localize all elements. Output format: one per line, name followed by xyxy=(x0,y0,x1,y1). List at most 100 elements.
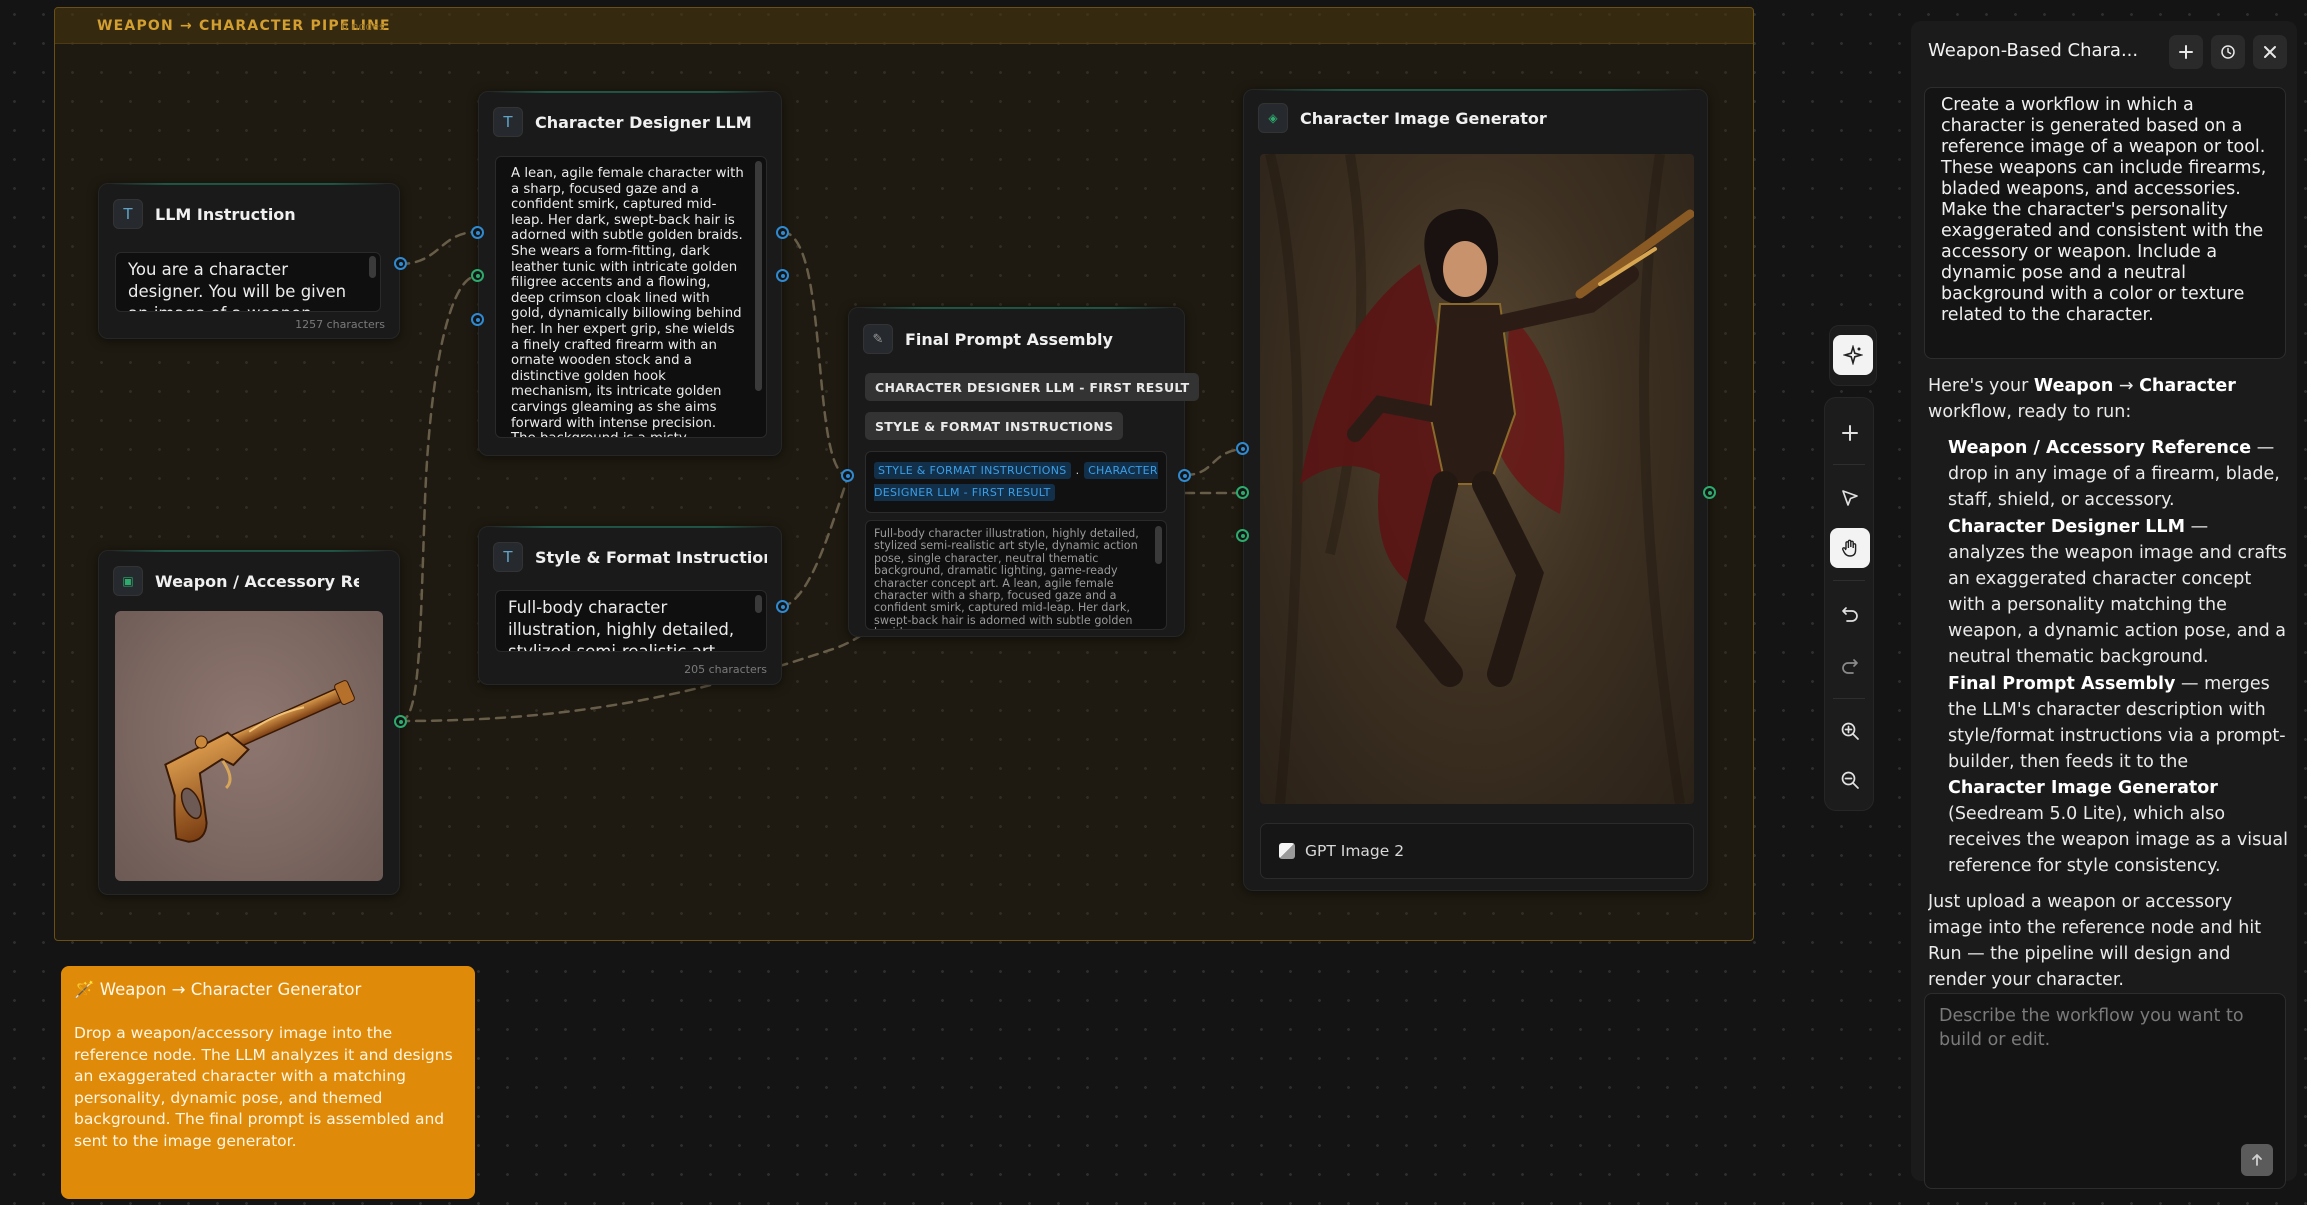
generated-character-image xyxy=(1260,154,1694,804)
node-title: LLM Instruction xyxy=(155,204,296,224)
item-title: Character Image Generator xyxy=(1948,778,2218,798)
sticky-body: Drop a weapon/accessory image into the r… xyxy=(74,1024,453,1150)
scrollbar[interactable] xyxy=(755,595,762,613)
pistol-illustration xyxy=(164,680,355,843)
close-icon xyxy=(2264,46,2276,58)
add-node-button[interactable] xyxy=(1830,413,1870,453)
hand-icon xyxy=(1842,539,1857,557)
plus-icon xyxy=(1842,425,1858,441)
node-top-line xyxy=(1256,89,1695,91)
sparkle-tool[interactable] xyxy=(1833,335,1873,375)
group-header[interactable]: WEAPON → CHARACTER PIPELINE 6 nodes xyxy=(55,8,1753,44)
port-weapon-out[interactable] xyxy=(394,715,407,728)
sticky-title: 🪄 Weapon → Character Generator xyxy=(74,980,362,999)
node-final-prompt-assembly[interactable]: ✎ Final Prompt Assembly CHARACTER DESIGN… xyxy=(848,307,1200,637)
text-node-icon: T xyxy=(113,199,143,229)
designer-output-field[interactable]: A lean, agile female character with a sh… xyxy=(495,156,767,438)
instruction-text-field[interactable]: You are a character designer. You will b… xyxy=(115,252,381,312)
reply-intro-bold: Character xyxy=(2139,376,2236,396)
style-text-field[interactable]: Full-body character illustration, highly… xyxy=(495,590,767,652)
node-character-designer-llm[interactable]: T Character Designer LLM A lean, agile f… xyxy=(478,91,782,456)
port-designer-in-extra[interactable] xyxy=(471,313,484,326)
port-designer-in-instruction[interactable] xyxy=(471,226,484,239)
port-generator-in-image[interactable] xyxy=(1236,486,1249,499)
port-designer-out-2[interactable] xyxy=(776,269,789,282)
reply-intro-arrow: → xyxy=(2113,376,2140,396)
close-panel-button[interactable] xyxy=(2253,35,2287,69)
node-title: Character Designer LLM xyxy=(535,112,752,132)
character-illustration xyxy=(1265,154,1694,804)
token-style[interactable]: STYLE & FORMAT INSTRUCTIONS xyxy=(874,462,1071,479)
node-header[interactable]: T Style & Format Instructions xyxy=(493,541,767,573)
instruction-text: You are a character designer. You will b… xyxy=(128,260,347,311)
port-designer-in-image[interactable] xyxy=(471,269,484,282)
node-title: Final Prompt Assembly xyxy=(905,329,1113,349)
node-header[interactable]: ◈ Character Image Generator xyxy=(1258,102,1693,134)
port-instruction-out[interactable] xyxy=(394,257,407,270)
node-llm-instruction[interactable]: T LLM Instruction You are a character de… xyxy=(98,183,400,339)
scrollbar[interactable] xyxy=(755,161,762,391)
workflow-assistant-panel: Weapon-Based Chara... Create a workflow … xyxy=(1911,21,2297,1189)
reply-outro: Just upload a weapon or accessory image … xyxy=(1928,892,2262,990)
user-message-text: Create a workflow in which a character i… xyxy=(1941,95,2267,325)
text-node-icon: T xyxy=(493,107,523,137)
item-title: Weapon / Accessory Reference xyxy=(1948,438,2252,458)
undo-button[interactable] xyxy=(1830,594,1870,634)
clock-icon xyxy=(2221,45,2235,59)
sparkle-icon xyxy=(1843,345,1863,365)
node-header[interactable]: T Character Designer LLM xyxy=(493,106,767,138)
prompt-template-field[interactable]: STYLE & FORMAT INSTRUCTIONS. CHARACTER DE… xyxy=(865,451,1167,513)
assembled-prompt-text: Full-body character illustration, highly… xyxy=(874,527,1139,629)
select-tool-button[interactable] xyxy=(1830,478,1870,518)
port-generator-in-prompt[interactable] xyxy=(1236,442,1249,455)
node-top-line xyxy=(111,550,387,552)
port-style-out[interactable] xyxy=(776,600,789,613)
port-prompt-out[interactable] xyxy=(1178,469,1191,482)
pointer-icon xyxy=(1842,490,1858,506)
toolbar-divider xyxy=(1833,580,1865,581)
scrollbar[interactable] xyxy=(369,256,376,278)
model-selector[interactable]: GPT Image 2 xyxy=(1260,823,1694,879)
ai-assistant-button[interactable] xyxy=(1829,325,1877,386)
reply-intro: Here's your Weapon → Character workflow,… xyxy=(1928,373,2290,425)
node-top-line xyxy=(491,91,769,93)
plus-icon xyxy=(2179,45,2193,59)
node-top-line xyxy=(111,183,387,185)
pan-tool-button[interactable] xyxy=(1830,528,1870,568)
scrollbar[interactable] xyxy=(1155,526,1162,564)
input-chip-designer[interactable]: CHARACTER DESIGNER LLM - FIRST RESULT xyxy=(865,373,1200,401)
redo-button[interactable] xyxy=(1830,646,1870,686)
node-header[interactable]: ▣ Weapon / Accessory Reference xyxy=(113,565,359,597)
assistant-message: Here's your Weapon → Character workflow,… xyxy=(1928,373,2290,998)
port-generator-out[interactable] xyxy=(1703,486,1716,499)
node-title: Style & Format Instructions xyxy=(535,547,767,567)
node-header[interactable]: ✎ Final Prompt Assembly xyxy=(863,323,1170,355)
input-chip-style[interactable]: STYLE & FORMAT INSTRUCTIONS xyxy=(865,412,1124,440)
item-text: — analyzes the weapon image and crafts a… xyxy=(1948,517,2287,667)
zoom-in-button[interactable] xyxy=(1830,711,1870,751)
send-button[interactable] xyxy=(2241,1144,2273,1176)
new-chat-button[interactable] xyxy=(2169,35,2203,69)
node-style-format[interactable]: T Style & Format Instructions Full-body … xyxy=(478,526,782,685)
sticky-note[interactable]: 🪄 Weapon → Character Generator Drop a we… xyxy=(61,966,475,1199)
reply-intro-text: workflow, ready to run: xyxy=(1928,402,2132,422)
node-weapon-reference[interactable]: ▣ Weapon / Accessory Reference xyxy=(98,550,400,895)
node-top-line xyxy=(491,526,769,528)
history-button[interactable] xyxy=(2211,35,2245,69)
image-icon: ▣ xyxy=(113,566,143,596)
text-node-icon: T xyxy=(493,542,523,572)
zoom-out-button[interactable] xyxy=(1830,760,1870,800)
reply-intro-text: Here's your xyxy=(1928,376,2034,396)
port-generator-in-extra[interactable] xyxy=(1236,529,1249,542)
node-header[interactable]: T LLM Instruction xyxy=(113,198,385,230)
item-title: Character Designer LLM xyxy=(1948,517,2185,537)
node-character-image-generator[interactable]: ◈ Character Image Generator GPT Image 2 xyxy=(1243,89,1708,891)
node-top-line xyxy=(861,307,1172,309)
port-designer-out[interactable] xyxy=(776,226,789,239)
reply-intro-bold: Weapon xyxy=(2033,376,2114,396)
assembled-prompt-preview[interactable]: Full-body character illustration, highly… xyxy=(865,520,1167,630)
panel-title: Weapon-Based Chara... xyxy=(1928,40,2139,61)
workflow-prompt-input[interactable]: Describe the workflow you want to build … xyxy=(1924,993,2286,1189)
arrow-up-icon xyxy=(2252,1154,2262,1166)
port-prompt-in[interactable] xyxy=(841,469,854,482)
